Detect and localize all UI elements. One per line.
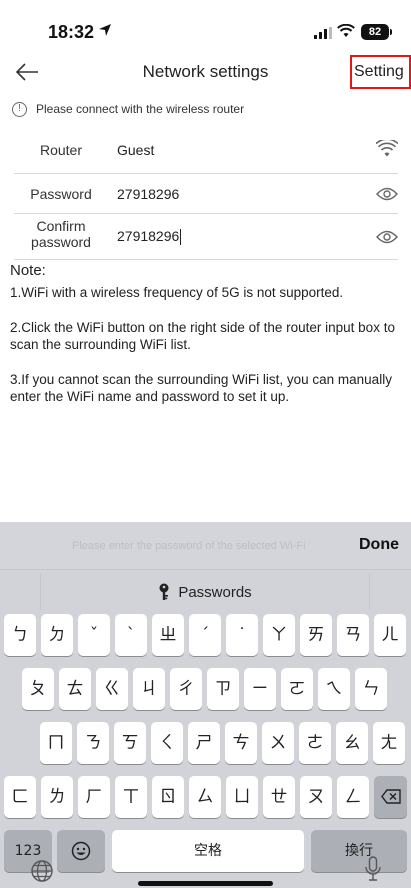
- keyboard-key[interactable]: ㄉ: [41, 614, 73, 656]
- keyboard-key[interactable]: ㄥ: [337, 776, 369, 818]
- confirm-password-value: 27918296: [117, 228, 180, 244]
- confirm-label-line1: Confirm: [36, 218, 86, 234]
- globe-icon[interactable]: [30, 859, 54, 883]
- notice-text: Please connect with the wireless router: [36, 102, 245, 116]
- keyboard-key[interactable]: ㄈ: [4, 776, 36, 818]
- passwords-suggestion[interactable]: Passwords: [40, 574, 370, 610]
- confirm-label-line2: password: [31, 234, 91, 250]
- location-arrow-icon: [99, 24, 111, 36]
- confirm-password-row: Confirm password 27918296: [14, 214, 398, 260]
- passwords-label: Passwords: [178, 583, 252, 601]
- keyboard-key[interactable]: ㄒ: [115, 776, 147, 818]
- keyboard-key[interactable]: ㄢ: [337, 614, 369, 656]
- key-icon: [159, 583, 169, 600]
- note-item: 3.If you cannot scan the surrounding WiF…: [10, 372, 392, 404]
- keyboard-key[interactable]: ㄠ: [336, 722, 368, 764]
- connect-notice: ! Please connect with the wireless route…: [12, 100, 244, 118]
- status-time: 18:32: [48, 22, 95, 42]
- backspace-icon: [380, 789, 401, 804]
- text-cursor: [180, 229, 182, 246]
- return-key[interactable]: 換行: [311, 830, 407, 872]
- keyboard-key[interactable]: ㄕ: [188, 722, 220, 764]
- password-label: Password: [30, 186, 92, 202]
- keyboard-key[interactable]: ㄓ: [152, 614, 184, 656]
- setting-button[interactable]: Setting: [350, 55, 411, 89]
- keyboard-accessory-bar: Please enter the password of the selecte…: [0, 522, 411, 570]
- keyboard-key[interactable]: ˊ: [189, 614, 221, 656]
- emoji-key[interactable]: [57, 830, 105, 872]
- cellular-signal-icon: [314, 27, 332, 39]
- eye-icon[interactable]: [376, 186, 398, 202]
- password-input[interactable]: 27918296: [117, 186, 179, 202]
- keyboard-key[interactable]: ㄣ: [355, 668, 387, 710]
- keyboard-key[interactable]: ㄩ: [226, 776, 258, 818]
- keyboard-key[interactable]: ㄎ: [114, 722, 146, 764]
- space-key[interactable]: 空格: [112, 830, 304, 872]
- keyboard-key[interactable]: ㄘ: [225, 722, 257, 764]
- keyboard-key[interactable]: ㄟ: [318, 668, 350, 710]
- keyboard-key[interactable]: ㄨ: [262, 722, 294, 764]
- keyboard-hint: Please enter the password of the selecte…: [72, 540, 306, 552]
- keyboard-key[interactable]: ㄍ: [96, 668, 128, 710]
- keyboard-key[interactable]: ㄗ: [207, 668, 239, 710]
- note-item: 2.Click the WiFi button on the right sid…: [10, 320, 395, 352]
- eye-icon[interactable]: [376, 229, 398, 245]
- notes-section: Note: 1.WiFi with a wireless frequency o…: [10, 262, 405, 423]
- keyboard: Please enter the password of the selecte…: [0, 522, 411, 888]
- keyboard-key[interactable]: ˇ: [78, 614, 110, 656]
- keyboard-key[interactable]: ㄌ: [41, 776, 73, 818]
- done-button[interactable]: Done: [359, 536, 399, 554]
- keyboard-key[interactable]: ㄆ: [22, 668, 54, 710]
- nav-bar: Network settings Setting: [0, 52, 411, 92]
- status-bar: 18:32 82: [0, 0, 411, 52]
- info-icon: !: [12, 101, 27, 117]
- router-row: Router Guest: [14, 128, 398, 174]
- keyboard-key[interactable]: ㄛ: [281, 668, 313, 710]
- keyboard-key[interactable]: ㄅ: [4, 614, 36, 656]
- note-item: 1.WiFi with a wireless frequency of 5G i…: [10, 285, 344, 300]
- keyboard-key[interactable]: ㄡ: [300, 776, 332, 818]
- router-label: Router: [39, 142, 83, 158]
- keyboard-key[interactable]: ㄐ: [133, 668, 165, 710]
- notes-title: Note:: [10, 262, 46, 279]
- password-row: Password 27918296: [14, 174, 398, 214]
- microphone-icon[interactable]: [364, 856, 382, 882]
- emoji-icon: [71, 841, 91, 861]
- keyboard-key[interactable]: ㄙ: [189, 776, 221, 818]
- battery-indicator: 82: [361, 24, 392, 40]
- keyboard-key[interactable]: ㄖ: [152, 776, 184, 818]
- router-input[interactable]: Guest: [117, 142, 154, 158]
- wifi-scan-icon[interactable]: [376, 140, 398, 158]
- keyboard-key[interactable]: ㄊ: [59, 668, 91, 710]
- wifi-status-icon: [337, 24, 355, 37]
- keyboard-key[interactable]: ㄧ: [244, 668, 276, 710]
- keyboard-key[interactable]: ㄋ: [77, 722, 109, 764]
- confirm-password-input[interactable]: 27918296: [117, 228, 182, 246]
- keyboard-key[interactable]: ㄚ: [263, 614, 295, 656]
- keyboard-key[interactable]: ㄜ: [299, 722, 331, 764]
- keyboard-key[interactable]: ㄞ: [300, 614, 332, 656]
- confirm-password-label: Confirm password: [14, 218, 108, 250]
- keyboard-key[interactable]: ㄔ: [170, 668, 202, 710]
- keyboard-key[interactable]: ˙: [226, 614, 258, 656]
- keyboard-key[interactable]: ㄏ: [78, 776, 110, 818]
- keyboard-key[interactable]: ㄤ: [373, 722, 405, 764]
- backspace-key[interactable]: [374, 776, 407, 818]
- keyboard-key[interactable]: ㄝ: [263, 776, 295, 818]
- keyboard-key[interactable]: ˋ: [115, 614, 147, 656]
- keyboard-key[interactable]: ㄑ: [151, 722, 183, 764]
- keyboard-key[interactable]: ㄇ: [40, 722, 72, 764]
- home-indicator: [138, 881, 273, 886]
- keyboard-key[interactable]: ㄦ: [374, 614, 406, 656]
